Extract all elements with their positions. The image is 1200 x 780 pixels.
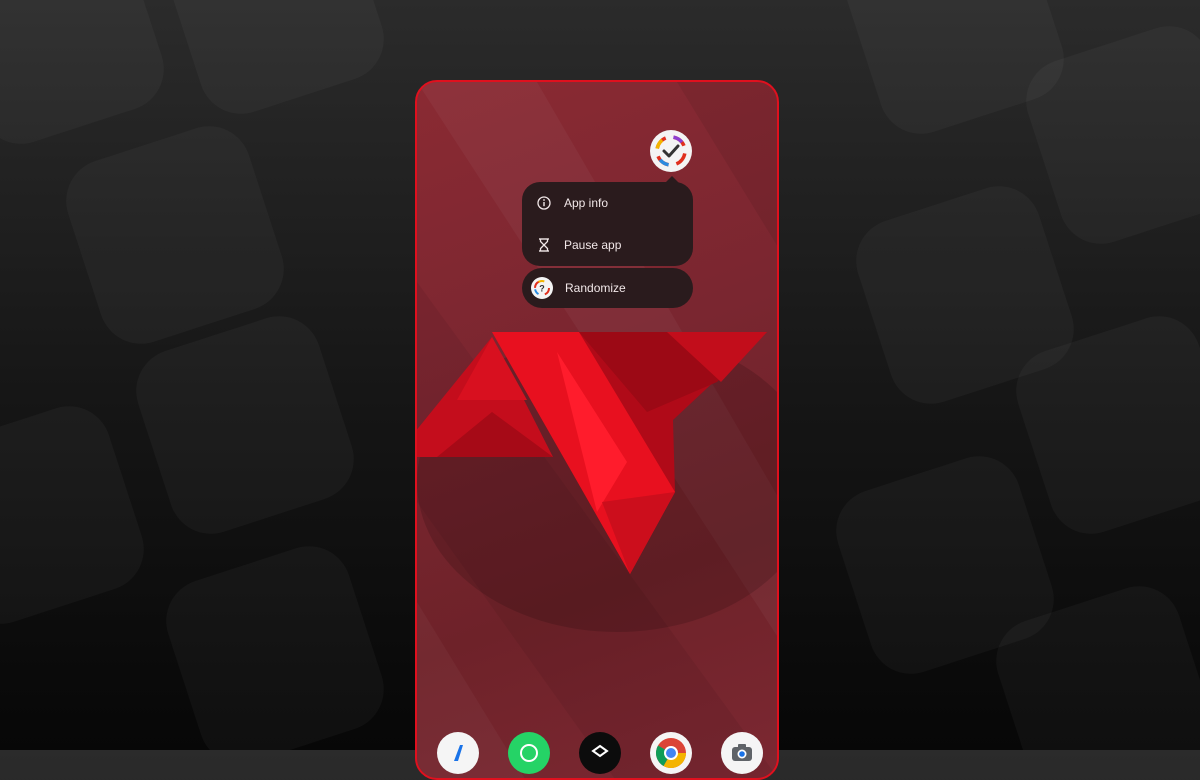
menu-item-pause-app[interactable]: Pause app — [522, 224, 693, 266]
dock-app-dark[interactable] — [579, 732, 621, 774]
shortcut-randomize[interactable]: ? Randomize — [522, 268, 693, 308]
app-icon-long-pressed[interactable] — [650, 130, 692, 172]
background-tile — [155, 535, 394, 750]
background-tile — [125, 305, 364, 544]
randomize-icon: ? — [531, 277, 553, 299]
dock-app-camera[interactable] — [721, 732, 763, 774]
camera-icon — [732, 744, 752, 761]
hourglass-icon — [536, 237, 552, 253]
dock — [417, 732, 777, 778]
dock-app-chrome[interactable] — [650, 732, 692, 774]
info-icon — [536, 195, 552, 211]
check-ring-icon — [655, 135, 687, 167]
shortcut-label: Randomize — [565, 281, 626, 295]
background-tile — [55, 115, 294, 354]
dock-app-files[interactable] — [437, 732, 479, 774]
svg-text:?: ? — [539, 284, 545, 294]
menu-item-label: Pause app — [564, 238, 622, 252]
menu-item-app-info[interactable]: App info — [522, 182, 693, 224]
background-tile — [0, 395, 155, 634]
dock-app-whatsapp[interactable] — [508, 732, 550, 774]
background-tile — [155, 0, 394, 125]
chrome-icon — [655, 738, 686, 769]
files-app-icon — [454, 745, 463, 761]
popup-menu: App info Pause app — [522, 182, 693, 266]
phone-screen: App info Pause app ? Randomize — [415, 80, 779, 780]
whatsapp-icon — [520, 744, 538, 762]
menu-item-label: App info — [564, 196, 609, 210]
background-tile — [0, 0, 175, 155]
dark-app-icon — [591, 744, 609, 758]
